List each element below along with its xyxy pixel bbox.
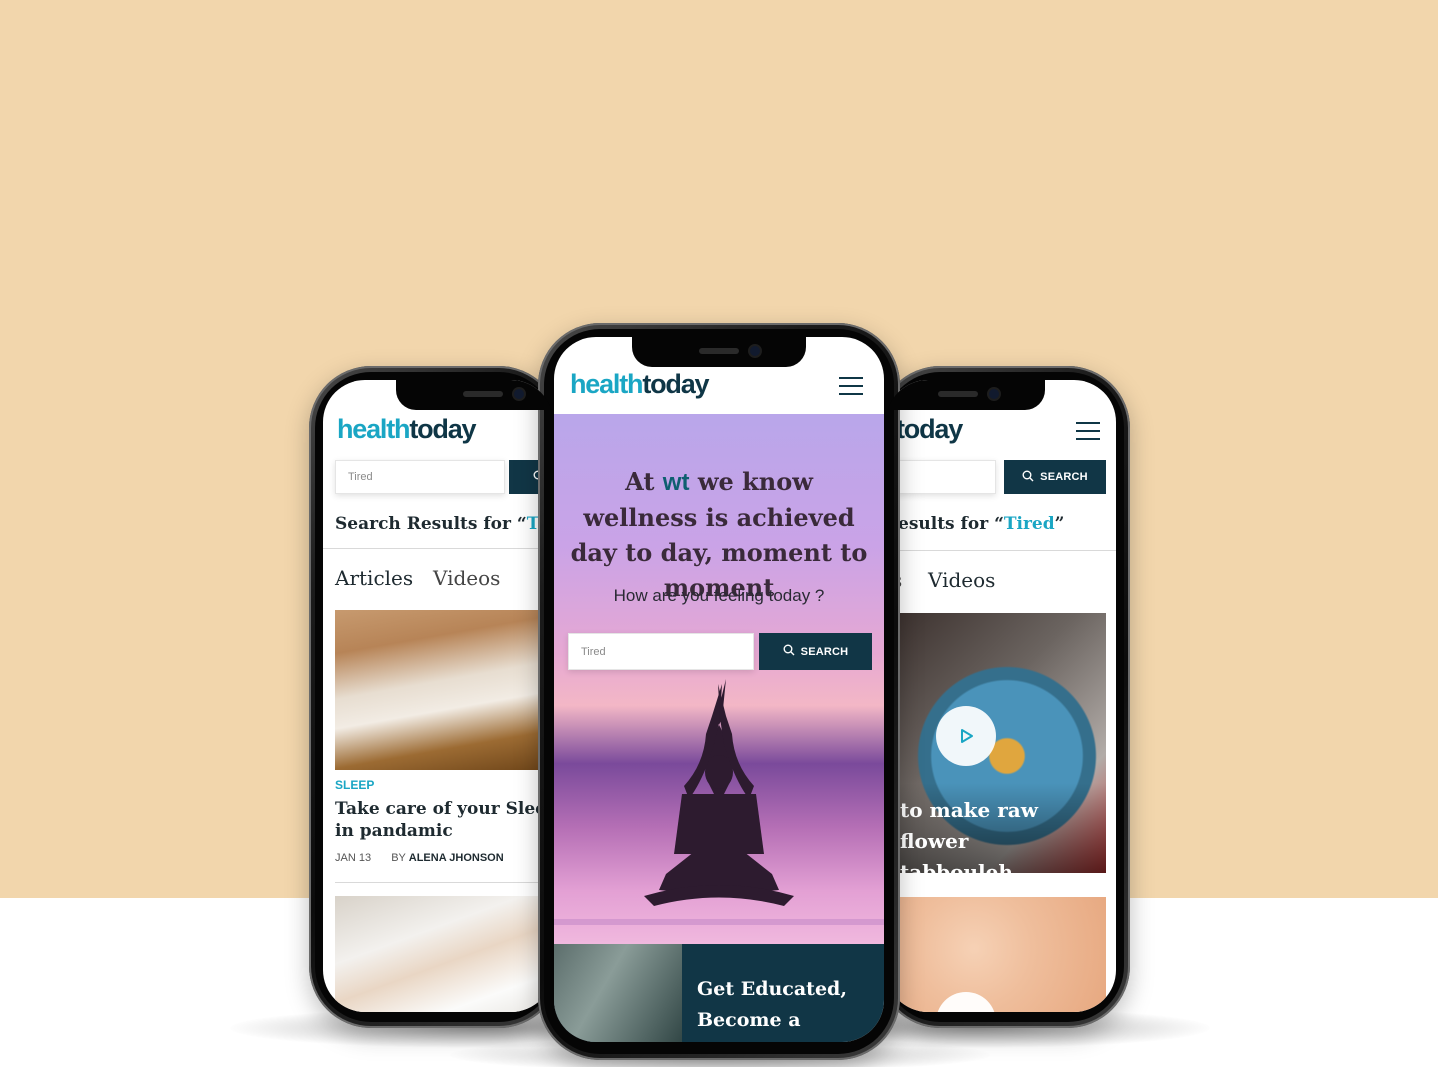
search-results-heading: Search Results for “Tired” (335, 514, 553, 534)
search-button[interactable]: SEARCH (759, 633, 872, 670)
promo-card[interactable]: Get Educated, Become a Health (554, 944, 884, 1042)
article-title[interactable]: Take care of your Sleep in pandamic (335, 798, 553, 842)
tab-videos[interactable]: Videos (433, 566, 500, 590)
article-by: BY (391, 852, 406, 864)
search-button[interactable]: SEARCH (1004, 460, 1106, 494)
video-title[interactable]: to make raw flower tabbouleh (900, 795, 1080, 888)
search-input[interactable]: Tired (335, 460, 505, 494)
play-button-2[interactable] (936, 992, 996, 1012)
hamburger-menu-icon[interactable] (839, 377, 863, 395)
search-button-label: SEARCH (1040, 471, 1088, 483)
brand-logo[interactable]: today (896, 414, 963, 445)
promo-image (554, 944, 682, 1042)
phone-center: healthtoday At wt we know wellness is ac… (538, 323, 900, 1060)
article-image[interactable] (335, 610, 553, 770)
video-thumbnail[interactable]: to make raw flower tabbouleh (886, 613, 1106, 884)
hero-section: At wt we know wellness is achieved day t… (554, 414, 884, 944)
search-results-heading: esults for “Tired” (898, 514, 1065, 534)
phone-left-screen: healthtoday Tired Search Results for “Ti… (323, 380, 553, 1012)
tab-articles[interactable]: Articles (335, 566, 413, 590)
phone-right-screen: today SEARCH esults for “Tired” s Videos… (886, 380, 1116, 1012)
meditation-silhouette (554, 679, 884, 925)
brand-logo[interactable]: healthtoday (570, 369, 710, 400)
article-image-2[interactable] (335, 896, 553, 1012)
search-icon (1022, 470, 1034, 485)
play-button[interactable] (936, 706, 996, 766)
search-input[interactable] (886, 460, 996, 494)
search-button-label: SEARCH (800, 645, 849, 658)
tab-videos[interactable]: Videos (928, 568, 995, 592)
video-thumbnail-2[interactable] (886, 897, 1106, 1012)
promo-title[interactable]: Get Educated, Become a Health (697, 974, 877, 1042)
hamburger-menu-icon[interactable] (1076, 422, 1100, 440)
phone-right: today SEARCH esults for “Tired” s Videos… (878, 366, 1130, 1028)
divider (886, 550, 1116, 551)
divider (323, 548, 553, 549)
search-input[interactable]: Tired (568, 633, 754, 670)
article-meta: JAN 13 BY ALENA JHONSON (335, 852, 504, 864)
hero-brand: wt (662, 469, 690, 496)
article-date: JAN 13 (335, 852, 372, 864)
search-icon (783, 644, 795, 659)
phone-left: healthtoday Tired Search Results for “Ti… (309, 366, 561, 1028)
hero-title: At wt we know wellness is achieved day t… (570, 467, 868, 602)
article-author[interactable]: ALENA JHONSON (409, 852, 504, 864)
article-category[interactable]: SLEEP (335, 778, 374, 792)
phone-center-screen: healthtoday At wt we know wellness is ac… (554, 337, 884, 1042)
brand-logo[interactable]: healthtoday (337, 414, 477, 445)
divider (335, 882, 553, 883)
play-icon (961, 729, 973, 743)
hero-subtitle: How are you feeling today ? (613, 586, 825, 605)
